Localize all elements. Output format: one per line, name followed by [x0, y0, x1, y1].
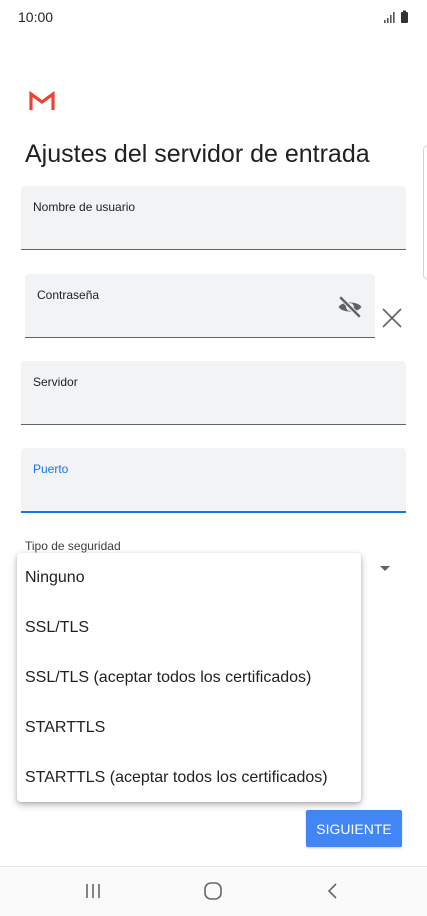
- server-label: Servidor: [33, 375, 78, 389]
- username-field[interactable]: Nombre de usuario: [21, 186, 406, 250]
- option-ssl-tls-accept-all[interactable]: SSL/TLS (aceptar todos los certificados): [25, 653, 361, 703]
- option-ninguno[interactable]: Ninguno: [25, 553, 361, 603]
- visibility-off-icon[interactable]: [337, 294, 363, 320]
- gmail-logo-icon: [29, 91, 55, 110]
- server-field[interactable]: Servidor: [21, 361, 406, 425]
- status-time: 10:00: [18, 9, 54, 25]
- signal-battery-icon: [384, 10, 408, 23]
- status-bar: 10:00: [0, 0, 427, 34]
- option-starttls-accept-all[interactable]: STARTTLS (aceptar todos los certificados…: [25, 753, 361, 803]
- password-field[interactable]: Contraseña: [25, 274, 375, 338]
- security-type-label: Tipo de seguridad: [25, 539, 121, 553]
- server-input[interactable]: [33, 398, 394, 418]
- password-input[interactable]: [37, 311, 327, 331]
- back-icon[interactable]: [318, 879, 348, 903]
- security-type-dropdown: Ninguno SSL/TLS SSL/TLS (aceptar todos l…: [17, 553, 361, 802]
- dropdown-arrow-icon[interactable]: [380, 566, 390, 571]
- recents-icon[interactable]: [78, 879, 108, 903]
- port-field[interactable]: Puerto: [21, 448, 406, 513]
- next-button[interactable]: SIGUIENTE: [306, 810, 402, 847]
- page-title: Ajustes del servidor de entrada: [25, 140, 370, 168]
- edge-panel-handle[interactable]: [423, 145, 427, 280]
- close-icon[interactable]: [381, 307, 403, 329]
- home-icon[interactable]: [198, 879, 228, 903]
- option-starttls[interactable]: STARTTLS: [25, 703, 361, 753]
- port-label: Puerto: [33, 462, 69, 476]
- username-label: Nombre de usuario: [33, 200, 136, 214]
- port-input[interactable]: [33, 485, 394, 505]
- navigation-bar: [0, 867, 427, 916]
- option-ssl-tls[interactable]: SSL/TLS: [25, 603, 361, 653]
- username-input[interactable]: [33, 223, 394, 243]
- password-label: Contraseña: [37, 288, 100, 302]
